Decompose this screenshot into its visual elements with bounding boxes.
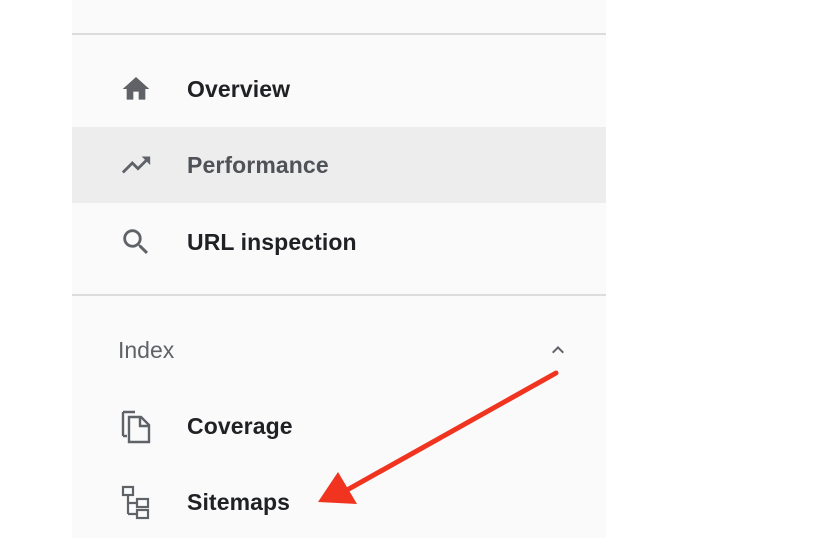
- section-label: Index: [118, 336, 175, 363]
- sidebar-item-overview[interactable]: Overview: [72, 51, 606, 127]
- sidebar-item-label: Overview: [187, 75, 291, 102]
- divider-top: [72, 33, 606, 35]
- sitemap-icon: [119, 485, 153, 520]
- home-icon: [119, 72, 153, 106]
- sidebar-nav: Overview Performance URL inspection Inde…: [72, 0, 606, 538]
- sidebar-item-coverage[interactable]: Coverage: [72, 388, 606, 464]
- trending-up-icon: [119, 148, 153, 182]
- sidebar-item-label: URL inspection: [187, 228, 357, 255]
- divider-middle: [72, 294, 606, 296]
- sidebar-item-label: Performance: [187, 151, 329, 178]
- sidebar-item-url-inspection[interactable]: URL inspection: [72, 204, 606, 280]
- sidebar-item-label: Sitemaps: [187, 488, 291, 515]
- sidebar-item-performance[interactable]: Performance: [72, 127, 606, 203]
- index-section-header[interactable]: Index: [72, 312, 606, 388]
- sidebar-item-label: Coverage: [187, 412, 293, 439]
- copy-pages-icon: [119, 409, 153, 444]
- chevron-up-icon[interactable]: [546, 338, 570, 362]
- search-icon: [119, 225, 153, 259]
- screen: Overview Performance URL inspection Inde…: [0, 0, 822, 538]
- sidebar-item-sitemaps[interactable]: Sitemaps: [72, 464, 606, 538]
